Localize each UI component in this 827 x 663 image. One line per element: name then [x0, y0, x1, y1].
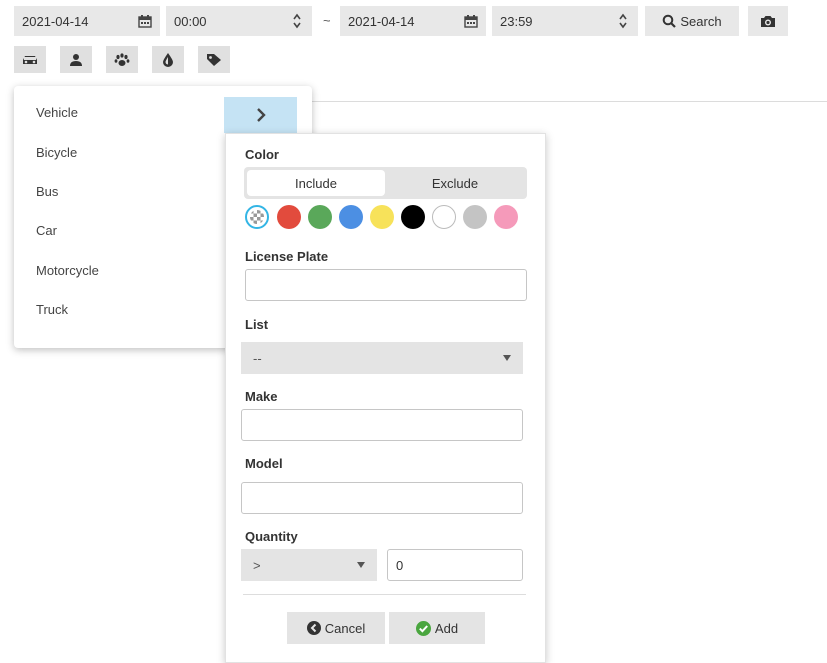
color-swatch-yellow[interactable] [370, 205, 394, 229]
menu-item-car[interactable]: Car [36, 223, 57, 238]
color-label: Color [245, 147, 279, 162]
color-swatch-any[interactable] [245, 205, 269, 229]
start-time-text: 00:00 [174, 13, 207, 29]
tag-filter-button[interactable] [198, 46, 230, 73]
caret-down-icon [503, 355, 511, 361]
menu-item-motorcycle[interactable]: Motorcycle [36, 263, 99, 278]
camera-icon [761, 15, 775, 27]
make-input[interactable] [241, 409, 523, 441]
exclude-option[interactable]: Exclude [386, 170, 524, 196]
list-label: List [245, 317, 269, 332]
animal-filter-button[interactable] [106, 46, 138, 73]
menu-item-bus[interactable]: Bus [36, 184, 58, 199]
list-select-value: -- [253, 350, 262, 366]
start-date-text: 2021-04-14 [22, 13, 89, 29]
color-swatch-green[interactable] [308, 205, 332, 229]
end-date-text: 2021-04-14 [348, 13, 415, 29]
quantity-label: Quantity [245, 529, 298, 544]
quantity-input[interactable] [387, 549, 523, 581]
model-label: Model [245, 456, 283, 471]
person-icon [70, 53, 82, 66]
submenu-expand-button[interactable] [224, 97, 297, 133]
tag-icon [207, 53, 221, 66]
check-circle-icon [415, 620, 431, 636]
search-button[interactable]: Search [645, 6, 739, 36]
range-separator: ~ [323, 13, 331, 28]
spinner-icon[interactable] [292, 13, 302, 29]
search-icon [663, 14, 677, 28]
end-date-field[interactable]: 2021-04-14 [340, 6, 486, 36]
car-icon [23, 55, 37, 64]
add-label: Add [434, 620, 459, 636]
quantity-operator-select[interactable]: > [241, 549, 377, 581]
chevron-right-icon [256, 108, 266, 122]
spinner-icon[interactable] [618, 13, 628, 29]
snapshot-button[interactable] [748, 6, 788, 36]
include-option[interactable]: Include [247, 170, 385, 196]
liquid-filter-button[interactable] [152, 46, 184, 73]
menu-item-truck[interactable]: Truck [36, 302, 68, 317]
color-swatch-pink[interactable] [494, 205, 518, 229]
menu-item-vehicle[interactable]: Vehicle [36, 105, 78, 120]
color-swatch-red[interactable] [277, 205, 301, 229]
vehicle-filter-button[interactable] [14, 46, 46, 73]
back-circle-icon [306, 621, 321, 635]
end-time-field[interactable]: 23:59 [492, 6, 638, 36]
paw-icon [114, 52, 130, 66]
list-select[interactable]: -- [241, 342, 523, 374]
make-label: Make [245, 389, 278, 404]
search-label: Search [680, 13, 722, 29]
calendar-icon[interactable] [464, 14, 478, 28]
add-button[interactable]: Add [389, 612, 485, 644]
caret-down-icon [357, 562, 365, 568]
cancel-button[interactable]: Cancel [287, 612, 385, 644]
quantity-operator-value: > [253, 557, 261, 573]
color-swatch-white[interactable] [432, 205, 456, 229]
license-plate-input[interactable] [245, 269, 527, 301]
include-exclude-toggle: Include Exclude [244, 167, 527, 199]
panel-divider [243, 594, 526, 595]
start-date-field[interactable]: 2021-04-14 [14, 6, 160, 36]
start-time-field[interactable]: 00:00 [166, 6, 312, 36]
end-time-text: 23:59 [500, 13, 533, 29]
content-divider [312, 101, 827, 102]
color-swatch-gray[interactable] [463, 205, 487, 229]
cancel-label: Cancel [324, 620, 366, 636]
drop-icon [163, 53, 173, 67]
color-swatch-blue[interactable] [339, 205, 363, 229]
checkerboard-icon [250, 210, 264, 224]
calendar-icon[interactable] [138, 14, 152, 28]
license-plate-label: License Plate [245, 249, 329, 264]
person-filter-button[interactable] [60, 46, 92, 73]
model-input[interactable] [241, 482, 523, 514]
color-swatch-black[interactable] [401, 205, 425, 229]
menu-item-bicycle[interactable]: Bicycle [36, 145, 77, 160]
